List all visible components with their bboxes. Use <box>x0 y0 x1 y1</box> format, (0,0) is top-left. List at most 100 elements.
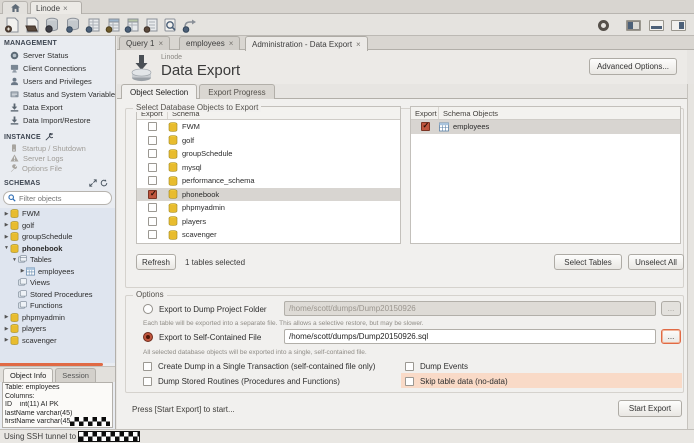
table-row-selected[interactable]: employees <box>411 120 680 134</box>
create-schema-icon[interactable] <box>85 17 101 33</box>
create-table-icon[interactable] <box>105 17 121 33</box>
stored-routines-option[interactable]: Dump Stored Routines (Procedures and Fun… <box>143 375 340 388</box>
table-row[interactable]: golf <box>137 134 400 148</box>
tree-item-employees[interactable]: ▶employees <box>0 266 115 278</box>
self-contained-file-option[interactable]: Export to Self-Contained File <box>143 330 261 344</box>
chevron-right-icon[interactable]: ▶ <box>3 211 10 217</box>
stored-routines-checkbox[interactable] <box>143 377 152 386</box>
schema-filter-box[interactable] <box>3 191 112 205</box>
sidebar-item-options-file[interactable]: Options File <box>0 163 115 173</box>
table-row[interactable]: phpmyadmin <box>137 201 400 215</box>
close-icon[interactable]: × <box>229 39 234 48</box>
export-checkbox[interactable] <box>148 149 157 158</box>
dump-events-option[interactable]: Dump Events <box>405 360 468 373</box>
expand-panel-icon[interactable] <box>89 179 97 187</box>
reconnect-server-icon[interactable] <box>182 17 198 33</box>
dump-events-checkbox[interactable] <box>405 362 414 371</box>
chevron-right-icon[interactable]: ▶ <box>3 234 10 240</box>
export-checkbox-checked[interactable] <box>421 122 430 131</box>
table-row[interactable]: groupSchedule <box>137 147 400 161</box>
vertical-scrollbar[interactable] <box>687 84 694 429</box>
chevron-right-icon[interactable]: ▶ <box>19 268 26 274</box>
dump-project-folder-option[interactable]: Export to Dump Project Folder <box>143 302 267 316</box>
self-contained-path-input[interactable] <box>284 329 656 344</box>
sidebar-item-users-privileges[interactable]: Users and Privileges <box>0 75 115 88</box>
skip-table-data-option[interactable]: Skip table data (no-data) <box>405 375 508 388</box>
refresh-schemas-icon[interactable] <box>100 179 108 187</box>
home-tab[interactable] <box>2 1 28 14</box>
table-row[interactable]: performance_schema <box>137 174 400 188</box>
tab-object-selection[interactable]: Object Selection <box>121 84 197 99</box>
sidebar-item-data-export[interactable]: Data Export <box>0 101 115 114</box>
export-checkbox[interactable] <box>148 203 157 212</box>
chevron-right-icon[interactable]: ▶ <box>3 314 10 320</box>
single-transaction-checkbox[interactable] <box>143 362 152 371</box>
create-view-icon[interactable] <box>124 17 140 33</box>
tree-item-fwm[interactable]: ▶FWM <box>0 208 115 220</box>
table-row[interactable]: mysql <box>137 161 400 175</box>
table-row[interactable]: scavenger <box>137 228 400 242</box>
sidebar-item-data-import[interactable]: Data Import/Restore <box>0 114 115 127</box>
table-row[interactable]: FWM <box>137 120 400 134</box>
sidebar-item-startup-shutdown[interactable]: Startup / Shutdown <box>0 143 115 153</box>
table-row[interactable]: players <box>137 215 400 229</box>
toggle-left-panel-icon[interactable] <box>626 20 641 31</box>
toggle-bottom-panel-icon[interactable] <box>649 20 664 31</box>
export-checkbox[interactable] <box>148 136 157 145</box>
chevron-right-icon[interactable]: ▶ <box>3 222 10 228</box>
chevron-down-icon[interactable]: ▼ <box>11 257 18 263</box>
tree-item-groupschedule[interactable]: ▶groupSchedule <box>0 231 115 243</box>
toggle-right-panel-icon[interactable] <box>671 20 686 31</box>
tree-item-scavenger[interactable]: ▶scavenger <box>0 335 115 347</box>
advanced-options-button[interactable]: Advanced Options... <box>589 58 677 75</box>
close-icon[interactable]: × <box>158 39 163 48</box>
tab-object-info[interactable]: Object Info <box>3 368 53 382</box>
tab-employees[interactable]: employees× <box>179 36 240 50</box>
start-export-button[interactable]: Start Export <box>618 400 682 417</box>
chevron-right-icon[interactable]: ▶ <box>3 337 10 343</box>
chevron-down-icon[interactable]: ▼ <box>3 245 10 251</box>
sidebar-item-server-status[interactable]: Server Status <box>0 49 115 62</box>
tree-item-tables[interactable]: ▼Tables <box>0 254 115 266</box>
export-checkbox[interactable] <box>148 176 157 185</box>
donut-icon[interactable] <box>598 20 609 31</box>
tab-export-progress[interactable]: Export Progress <box>199 84 274 99</box>
create-procedure-icon[interactable] <box>143 17 159 33</box>
close-icon[interactable]: × <box>356 40 361 49</box>
close-icon[interactable]: × <box>63 4 68 13</box>
sidebar-item-status-system-variables[interactable]: Status and System Variables <box>0 88 115 101</box>
refresh-button[interactable]: Refresh <box>136 254 176 270</box>
export-checkbox-checked[interactable] <box>148 190 157 199</box>
chevron-right-icon[interactable]: ▶ <box>3 326 10 332</box>
radio-self-contained-file[interactable] <box>143 332 153 342</box>
skip-table-data-checkbox[interactable] <box>405 377 414 386</box>
tab-query-1[interactable]: Query 1× <box>119 36 170 50</box>
schema-filter-input[interactable] <box>19 194 99 203</box>
connection-tab-linode[interactable]: Linode × <box>30 1 82 14</box>
tab-administration-data-export[interactable]: Administration - Data Export× <box>245 36 368 51</box>
single-transaction-option[interactable]: Create Dump in a Single Transaction (sel… <box>143 360 375 373</box>
tab-session[interactable]: Session <box>55 368 96 382</box>
server-database-icon[interactable] <box>65 17 81 33</box>
export-checkbox[interactable] <box>148 230 157 239</box>
export-checkbox[interactable] <box>148 122 157 131</box>
tree-item-functions[interactable]: Functions <box>0 300 115 312</box>
select-tables-button[interactable]: Select Tables <box>554 254 622 270</box>
open-sql-script-icon[interactable] <box>24 17 40 33</box>
search-objects-icon[interactable] <box>162 17 178 33</box>
unselect-all-button[interactable]: Unselect All <box>628 254 684 270</box>
tree-item-golf[interactable]: ▶golf <box>0 220 115 232</box>
browse-file-button[interactable]: ... <box>661 329 681 344</box>
radio-dump-project-folder[interactable] <box>143 304 153 314</box>
new-sql-tab-icon[interactable] <box>4 17 20 33</box>
tree-item-views[interactable]: Views <box>0 277 115 289</box>
tree-item-players[interactable]: ▶players <box>0 323 115 335</box>
tree-item-stored-procedures[interactable]: Stored Procedures <box>0 289 115 301</box>
sidebar-item-client-connections[interactable]: Client Connections <box>0 62 115 75</box>
tree-item-phonebook[interactable]: ▼phonebook <box>0 243 115 255</box>
tree-item-phpmyadmin[interactable]: ▶phpmyadmin <box>0 312 115 324</box>
new-connection-icon[interactable] <box>44 17 60 33</box>
export-checkbox[interactable] <box>148 217 157 226</box>
sidebar-item-server-logs[interactable]: Server Logs <box>0 153 115 163</box>
table-row-selected[interactable]: phonebook <box>137 188 400 202</box>
